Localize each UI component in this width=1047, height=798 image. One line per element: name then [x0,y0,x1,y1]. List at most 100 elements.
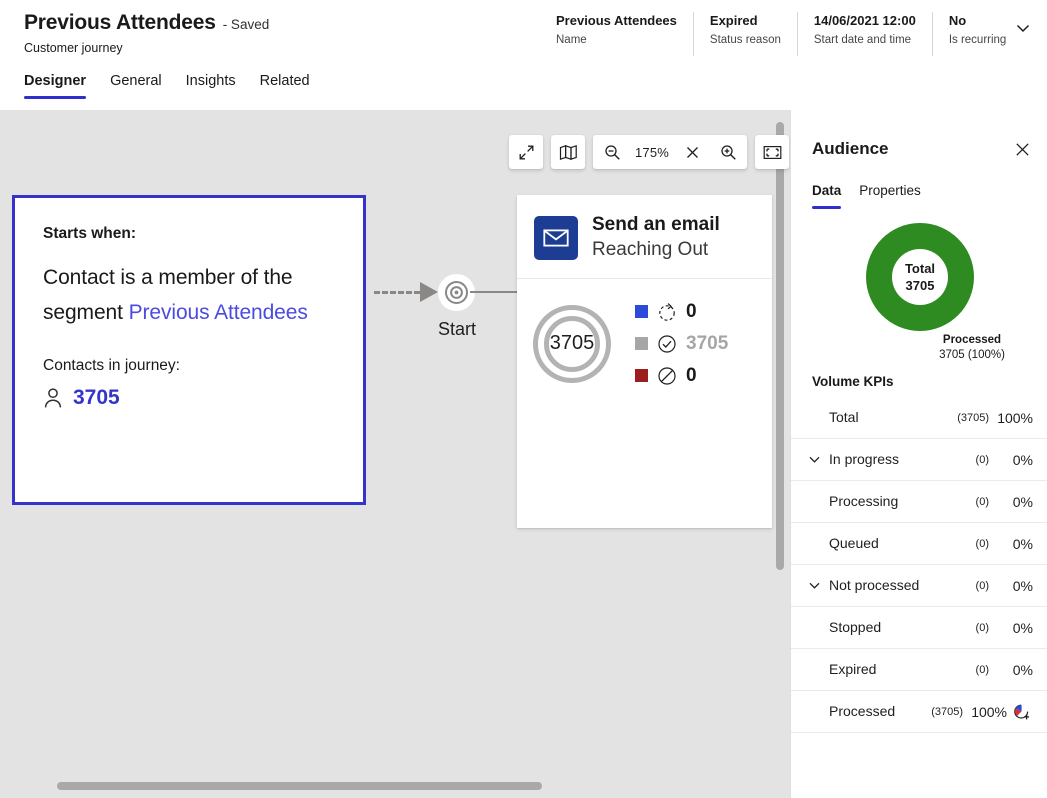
legend-swatch-red [635,369,648,382]
connector-solid [470,291,518,293]
zoom-reset-button[interactable] [675,135,709,169]
legend-value-in-progress: 0 [686,301,697,322]
entity-subtitle: Customer journey [24,41,123,55]
expand-button[interactable] [509,135,543,169]
audience-panel-header: Audience [791,110,1047,162]
meta-value: Expired [709,13,758,28]
send-email-title: Send an email [592,214,720,235]
canvas-horizontal-scrollbar[interactable] [57,782,542,790]
kpi-count: (0) [975,663,989,676]
tab-label: General [110,73,162,89]
map-icon [559,144,577,160]
canvas-vertical-scrollbar[interactable] [776,122,784,570]
kpi-row-queued[interactable]: Queued (0) 0% [791,523,1047,565]
chevron-down-icon[interactable] [804,453,824,466]
add-chart-icon[interactable] [1011,701,1033,723]
zoom-level-value[interactable]: 175% [631,145,673,160]
kpi-row-processed[interactable]: Processed (3705) 100% [791,691,1047,733]
kpi-count: (0) [975,537,989,550]
title-block: Previous Attendees - Saved Customer jour… [24,10,269,56]
kpi-percent: 0% [1012,619,1033,636]
kpi-percent: 100% [997,409,1033,426]
chevron-down-icon [1016,24,1030,33]
tab-related[interactable]: Related [260,72,310,99]
email-donut-chart: 3705 [533,304,611,383]
header-expand-button[interactable] [1007,12,1039,44]
person-icon [44,388,62,408]
meta-field-status-reason: Expired Status reason [710,12,798,56]
meta-value: 14/06/2021 12:00 [813,13,916,28]
chevron-down-icon[interactable] [804,579,824,592]
tab-label: Designer [24,73,87,89]
kpi-row-in-progress[interactable]: In progress (0) 0% [791,439,1047,481]
fit-to-screen-icon [763,145,781,159]
email-legend: 0 3705 0 [635,301,728,386]
donut-center-label: Total [904,261,936,276]
kpi-count: (3705) [957,411,989,424]
tab-label: Related [259,73,310,89]
segment-link[interactable]: Previous Attendees [129,301,308,324]
meta-label: Status reason [709,34,781,46]
legend-swatch-gray [635,337,648,350]
send-email-card-header: Send an email Reaching Out [517,195,772,279]
send-email-card[interactable]: Send an email Reaching Out 3705 0 3705 0 [517,195,772,528]
start-node-label: Start [437,319,476,339]
audience-panel-title: Audience [812,139,889,158]
kpi-row-total[interactable]: Total (3705) 100% [791,397,1047,439]
fit-to-screen-button[interactable] [755,135,789,169]
audience-panel: Audience Data Properties Total 3705 Proc… [790,110,1047,798]
journey-canvas[interactable]: 175% Starts when: Contact is a member of… [0,110,790,798]
volume-kpis-list: Total (3705) 100% In progress (0) 0% Pro… [791,397,1047,733]
legend-row-blocked: 0 [635,365,728,386]
envelope-icon [543,229,569,246]
canvas-toolbar: 175% [509,135,789,169]
send-email-card-stats: 3705 0 3705 0 [517,279,772,386]
customer-journey-designer: Previous Attendees - Saved Customer jour… [0,0,1047,798]
start-node[interactable] [441,277,472,308]
minimap-group [551,135,585,169]
in-progress-icon [659,302,675,321]
legend-swatch-blue [635,305,648,318]
kpi-percent: 0% [1012,661,1033,678]
donut-center-value: 3705 [905,278,935,293]
zoom-out-icon [604,144,620,160]
legend-value-completed: 3705 [686,333,729,354]
kpi-count: (3705) [931,705,963,718]
zoom-in-icon [720,144,736,160]
tab-general[interactable]: General [110,72,162,99]
meta-label: Is recurring [948,34,1007,46]
page-title: Previous Attendees [24,11,216,34]
kpi-percent: 0% [1012,493,1033,510]
kpi-label: Stopped [829,619,882,635]
kpi-label: Total [829,409,859,425]
meta-field-name: Previous Attendees Name [556,12,694,56]
kpi-row-not-processed[interactable]: Not processed (0) 0% [791,565,1047,607]
zoom-in-button[interactable] [711,135,745,169]
meta-label: Start date and time [813,34,912,46]
tab-insights[interactable]: Insights [186,72,236,99]
kpi-percent: 0% [1012,577,1033,594]
kpi-label: Processed [829,703,896,719]
contacts-count: 3705 [73,386,120,409]
journey-trigger-card[interactable]: Starts when: Contact is a member of the … [12,195,366,505]
donut-caption-value: 3705 (100%) [939,349,1005,361]
kpi-label: In progress [829,451,900,467]
kpi-count: (0) [975,621,989,634]
saved-status: - Saved [222,17,270,32]
kpi-row-stopped[interactable]: Stopped (0) 0% [791,607,1047,649]
tab-properties[interactable]: Properties [859,182,921,209]
kpi-row-processing[interactable]: Processing (0) 0% [791,481,1047,523]
tab-data[interactable]: Data [812,182,842,209]
close-panel-button[interactable] [1009,136,1035,162]
contacts-in-journey-label: Contacts in journey: [43,357,180,374]
zoom-out-button[interactable] [595,135,629,169]
kpi-row-expired[interactable]: Expired (0) 0% [791,649,1047,691]
volume-kpis-heading: Volume KPIs [812,374,894,389]
meta-value: Previous Attendees [556,13,677,28]
tab-designer[interactable]: Designer [24,72,87,99]
minimap-button[interactable] [551,135,585,169]
audience-donut-chart[interactable]: Total 3705 Processed 3705 (100%) [791,223,1047,361]
send-email-card-titles: Send an email Reaching Out [592,213,720,262]
kpi-label: Not processed [829,577,920,593]
connector-arrowhead-icon [420,282,438,302]
